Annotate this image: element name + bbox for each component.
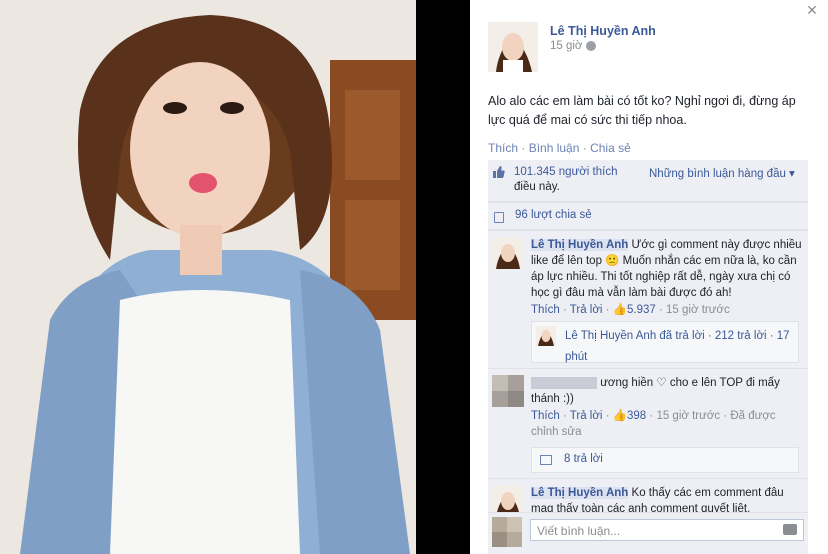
comment-placeholder: Viết bình luận... bbox=[537, 524, 621, 538]
likes-row: 101.345 người thích điều này. Những bình… bbox=[488, 160, 808, 202]
avatar[interactable] bbox=[492, 237, 524, 269]
top-comments-dropdown[interactable]: Những bình luận hàng đầu ▾ bbox=[649, 166, 795, 180]
comment-like-link[interactable]: Thích bbox=[531, 410, 560, 422]
post-timestamp[interactable]: 15 giờ bbox=[550, 40, 597, 52]
comment-meta: Thích · Trả lời · 👍398 · 15 giờ trước · … bbox=[531, 410, 776, 438]
comment-time[interactable]: 15 giờ trước bbox=[666, 304, 730, 316]
post-panel: ✕ Lê Thị Huyền Anh 15 giờ Alo alo các em… bbox=[470, 0, 828, 554]
comment-reply-link[interactable]: Trả lời bbox=[570, 304, 603, 316]
shares-count[interactable]: 96 lượt chia sẻ bbox=[515, 209, 592, 221]
comment-body: ương hiền ♡ cho e lên TOP đi mấy thánh :… bbox=[531, 375, 803, 440]
avatar[interactable] bbox=[488, 22, 538, 72]
comment-input[interactable]: Viết bình luận... bbox=[530, 519, 804, 541]
comment-link[interactable]: Bình luận bbox=[529, 141, 580, 155]
comment-reply-link[interactable]: Trả lời bbox=[570, 410, 603, 422]
comment-author[interactable]: Lê Thị Huyền Anh bbox=[531, 487, 629, 499]
reply-icon bbox=[540, 455, 552, 465]
ufi-box: 101.345 người thích điều này. Những bình… bbox=[488, 160, 808, 538]
reply-author[interactable]: Lê Thị Huyền Anh bbox=[565, 330, 656, 342]
likes-count[interactable]: 101.345 người thích điều này. bbox=[514, 165, 624, 195]
gap bbox=[416, 0, 470, 554]
comment-edited[interactable]: Đã được chỉnh sửa bbox=[531, 410, 776, 438]
comment-composer: Viết bình luận... bbox=[488, 512, 808, 554]
like-link[interactable]: Thích bbox=[488, 141, 518, 155]
thumbs-up-icon bbox=[493, 166, 505, 178]
blurred-avatar-icon bbox=[492, 517, 522, 547]
comment-likes-count[interactable]: 👍398 bbox=[613, 410, 647, 422]
blurred-avatar-icon bbox=[492, 375, 524, 407]
comment-author[interactable]: Lê Thị Huyền Anh bbox=[531, 239, 629, 251]
reply-summary[interactable]: Lê Thị Huyền Anh đã trả lời · 212 trả lờ… bbox=[531, 321, 799, 363]
avatar-icon bbox=[536, 326, 556, 346]
post-actions: Thích · Bình luận · Chia sẻ bbox=[488, 141, 631, 155]
close-icon[interactable]: ✕ bbox=[804, 2, 820, 20]
reply-count: 8 trả lời bbox=[564, 453, 603, 465]
comment-like-link[interactable]: Thích bbox=[531, 304, 560, 316]
comment-item: Lê Thị Huyền Anh Ước gì comment này được… bbox=[488, 230, 808, 368]
comment-likes-count[interactable]: 👍5.937 bbox=[613, 304, 656, 316]
scrollbar[interactable] bbox=[806, 224, 812, 524]
timestamp-text: 15 giờ bbox=[550, 40, 583, 52]
avatar-icon bbox=[488, 22, 538, 72]
avatar[interactable] bbox=[492, 375, 524, 407]
portrait-photo bbox=[0, 0, 416, 554]
comment-meta: Thích · Trả lời · 👍5.937 · 15 giờ trước bbox=[531, 304, 730, 316]
comment-item: ương hiền ♡ cho e lên TOP đi mấy thánh :… bbox=[488, 368, 808, 478]
reply-summary[interactable]: 8 trả lời bbox=[531, 447, 799, 473]
post-photo[interactable] bbox=[0, 0, 416, 554]
avatar-icon bbox=[492, 237, 524, 269]
comment-author-blurred[interactable] bbox=[531, 376, 597, 389]
share-icon bbox=[494, 212, 504, 223]
post-text: Alo alo các em làm bài có tốt ko? Nghỉ n… bbox=[488, 94, 796, 127]
share-link[interactable]: Chia sẻ bbox=[590, 141, 631, 155]
comment-body: Lê Thị Huyền Anh Ước gì comment này được… bbox=[531, 237, 803, 318]
avatar bbox=[536, 326, 556, 346]
comment-time[interactable]: 15 giờ trước bbox=[656, 410, 720, 422]
poster-name[interactable]: Lê Thị Huyền Anh bbox=[550, 24, 656, 38]
viewer-avatar bbox=[492, 517, 522, 547]
shares-row: 96 lượt chia sẻ bbox=[488, 202, 808, 230]
camera-icon[interactable] bbox=[783, 524, 797, 535]
globe-icon bbox=[586, 41, 597, 51]
